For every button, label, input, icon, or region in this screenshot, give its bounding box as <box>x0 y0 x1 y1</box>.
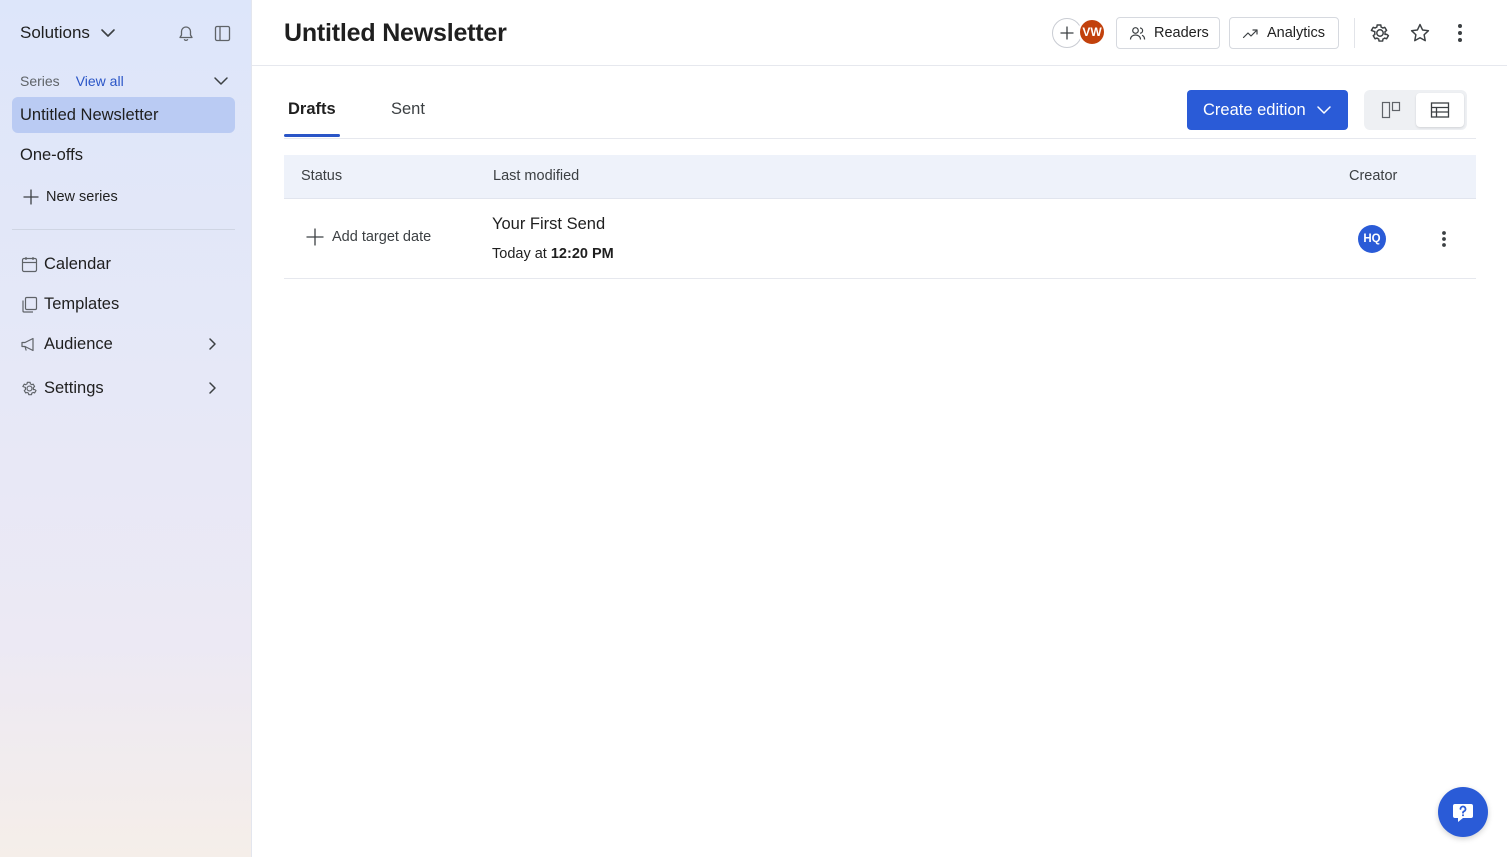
sidebar-item-label: Templates <box>44 294 120 313</box>
series-label: Series <box>20 73 60 89</box>
plus-icon <box>22 188 40 206</box>
board-view-icon <box>1381 101 1401 119</box>
add-target-date-button[interactable]: Add target date <box>306 228 431 246</box>
sidebar-item-label: Calendar <box>44 254 111 273</box>
create-edition-label: Create edition <box>1203 100 1306 119</box>
chevron-right-icon <box>205 381 219 395</box>
header-divider <box>1354 18 1355 48</box>
templates-icon <box>20 295 38 313</box>
gear-icon <box>20 379 38 397</box>
add-target-date-label: Add target date <box>332 229 432 245</box>
bell-icon[interactable] <box>177 24 195 42</box>
more-options-icon[interactable] <box>1448 21 1472 45</box>
main-content: Untitled Newsletter VW Readers Analytics <box>252 0 1507 857</box>
gear-icon[interactable] <box>1368 21 1392 45</box>
sidebar-item-label: Settings <box>44 378 104 397</box>
app-root: Solutions Series View all Untitled Newsl… <box>0 0 1507 857</box>
table-view-icon <box>1430 101 1450 119</box>
sidebar-item-label: One-offs <box>20 145 83 164</box>
sidebar-item-untitled-newsletter[interactable]: Untitled Newsletter <box>12 97 235 133</box>
users-icon <box>1129 25 1146 42</box>
sidebar-item-audience[interactable]: Audience <box>12 326 235 362</box>
modified-prefix: Today at <box>492 246 547 262</box>
readers-button[interactable]: Readers <box>1116 17 1220 49</box>
sidebar-item-label: Untitled Newsletter <box>20 105 159 124</box>
calendar-icon <box>20 255 38 273</box>
chat-help-icon <box>1449 798 1477 826</box>
edition-modified-time: Today at 12:20 PM <box>492 246 614 262</box>
sidebar-item-label: Audience <box>44 334 113 353</box>
page-header: Untitled Newsletter VW Readers Analytics <box>252 0 1507 66</box>
collaborator-avatar[interactable]: VW <box>1078 18 1106 46</box>
readers-label: Readers <box>1154 25 1209 41</box>
sidebar-divider <box>12 229 235 230</box>
star-icon[interactable] <box>1408 21 1432 45</box>
board-view-button[interactable] <box>1367 93 1416 127</box>
tab-drafts[interactable]: Drafts <box>288 100 336 119</box>
sidebar-item-settings[interactable]: Settings <box>12 370 235 406</box>
plus-icon <box>306 228 324 246</box>
sidebar-toggle-icon[interactable] <box>213 24 231 42</box>
new-series-button[interactable]: New series <box>12 179 235 215</box>
analytics-label: Analytics <box>1267 25 1326 41</box>
edition-title[interactable]: Your First Send <box>492 215 605 234</box>
analytics-button[interactable]: Analytics <box>1229 17 1339 49</box>
view-all-link[interactable]: View all <box>76 73 124 89</box>
workspace-name[interactable]: Solutions <box>20 23 90 43</box>
sidebar: Solutions Series View all Untitled Newsl… <box>0 0 252 857</box>
table-view-button[interactable] <box>1415 93 1464 127</box>
sidebar-item-one-offs[interactable]: One-offs <box>12 137 235 173</box>
creator-avatar: HQ <box>1358 225 1386 253</box>
plus-icon <box>1060 26 1074 40</box>
trend-up-icon <box>1242 25 1259 42</box>
sidebar-header: Solutions <box>20 22 231 44</box>
sidebar-item-label: New series <box>46 189 118 205</box>
column-header-last-modified[interactable]: Last modified <box>493 168 579 184</box>
megaphone-icon <box>20 335 38 353</box>
create-edition-button[interactable]: Create edition <box>1187 90 1348 130</box>
column-header-status[interactable]: Status <box>301 168 342 184</box>
table-row[interactable]: Add target date Your First Send Today at… <box>284 199 1476 279</box>
chevron-right-icon <box>205 337 219 351</box>
view-toggle <box>1364 90 1467 130</box>
table-header: Status Last modified Creator <box>284 155 1476 199</box>
chevron-down-icon[interactable] <box>213 73 229 89</box>
tab-sent[interactable]: Sent <box>391 100 425 119</box>
row-more-options-icon[interactable] <box>1432 227 1456 251</box>
column-header-creator[interactable]: Creator <box>1349 168 1397 184</box>
page-title: Untitled Newsletter <box>284 19 507 47</box>
chevron-down-icon[interactable] <box>100 25 116 41</box>
modified-time: 12:20 PM <box>550 246 614 262</box>
sidebar-item-calendar[interactable]: Calendar <box>12 246 235 282</box>
series-section-header: Series View all <box>20 72 229 90</box>
chevron-down-icon <box>1316 102 1332 118</box>
help-chat-button[interactable] <box>1438 787 1488 837</box>
sidebar-header-actions <box>177 24 231 42</box>
active-tab-indicator <box>284 134 340 137</box>
sidebar-item-templates[interactable]: Templates <box>12 286 235 322</box>
